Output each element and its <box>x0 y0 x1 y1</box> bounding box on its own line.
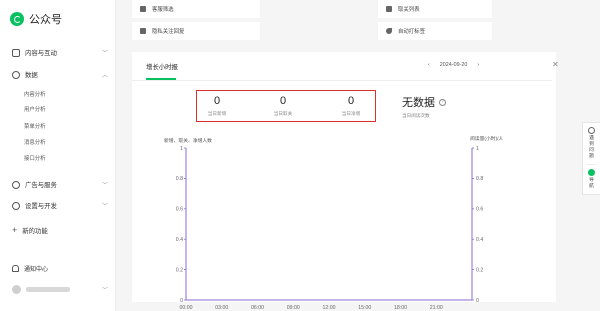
right-axis-label: 阅读量(小时)/人 <box>470 137 504 142</box>
x-tick-label: 12:00 <box>323 305 336 311</box>
sidebar: 公众号 内容与互动 ﹀ 数据 ︿ 内容分析 用户分析 菜单分析 消息分析 接口分… <box>0 0 116 311</box>
sidebar-item-message-analysis[interactable]: 消息分析 <box>24 138 46 146</box>
nodata-subtitle: 当日阅读次数 <box>402 113 430 118</box>
account-name-redacted <box>26 287 70 292</box>
bell-icon <box>12 265 19 272</box>
notification-center[interactable]: 通知中心 <box>12 264 108 273</box>
app-title: 公众号 <box>29 14 62 26</box>
avatar <box>12 285 21 294</box>
stats-highlight-box: 0 当日新增 0 当日取关 0 当日净增 <box>196 90 376 122</box>
plus-icon: + <box>12 225 18 235</box>
x-tick-label: 03:00 <box>215 305 228 311</box>
chevron-down-icon: ﹀ <box>101 204 108 210</box>
y-right-tick-label: 0.4 <box>476 237 483 243</box>
y-right-tick-label: 0.2 <box>476 267 483 273</box>
ads-icon <box>12 180 20 189</box>
sidebar-item-api-analysis[interactable]: 接口分析 <box>24 154 46 162</box>
chevron-down-icon: ﹀ <box>101 51 108 57</box>
panel-title: 增长小时报 <box>146 64 178 71</box>
sidebar-item-content-analysis[interactable]: 内容分析 <box>24 90 46 98</box>
nav-data[interactable]: 数据 ︿ <box>12 70 108 79</box>
growth-chart: 0 0.2 0.4 0.6 0.8 1 0 0.2 0.4 0.6 0.8 1 00:00 03:00 06… <box>176 146 484 311</box>
y-right-tick-label: 0.8 <box>476 176 483 182</box>
y-left-tick-label: 0.8 <box>176 176 183 182</box>
y-right-tick-label: 1 <box>476 146 479 152</box>
y-left-tick-label: 0.4 <box>176 237 183 243</box>
card-customer-filter[interactable]: 客服筛选 <box>132 0 260 18</box>
clock-icon <box>12 70 20 79</box>
main-content: 客服筛选 取关列表 隐私关注回复 自动打标签 增长小时报 ‹ 2024-09-2… <box>116 0 576 311</box>
x-tick-label: 18:00 <box>394 305 407 311</box>
date-navigator: ‹ 2024-09-20 › <box>428 62 479 68</box>
nav-content-interaction[interactable]: 内容与互动 ﹀ <box>12 48 108 57</box>
sidebar-item-menu-analysis[interactable]: 菜单分析 <box>24 122 46 130</box>
growth-hourly-panel: 增长小时报 ‹ 2024-09-20 › ✕ 0 当日新增 0 当日取关 0 当… <box>132 52 559 311</box>
x-tick-label: 09:00 <box>287 305 300 311</box>
next-date-button[interactable]: › <box>477 62 479 68</box>
x-tick-label: 15:00 <box>358 305 371 311</box>
settings-icon <box>12 201 20 210</box>
x-tick-label: 21:00 <box>430 305 443 311</box>
account-menu[interactable]: ﹀ <box>12 285 108 294</box>
y-left-tick-label: 1 <box>180 146 183 152</box>
y-left-tick-label: 0.2 <box>176 267 183 273</box>
y-right-tick-label: 0.6 <box>476 207 483 213</box>
sidebar-item-user-analysis[interactable]: 用户分析 <box>24 105 46 113</box>
help-button[interactable]: 遇 到 问 题 <box>583 123 600 164</box>
card-private-follow-reply[interactable]: 隐私关注回复 <box>132 22 260 40</box>
divider <box>132 80 552 81</box>
stat-net: 0 当日净增 <box>341 95 361 116</box>
y-left-tick-label: 0.6 <box>176 207 183 213</box>
read-count-summary: 无数据 ? 当日阅读次数 <box>402 94 446 119</box>
customer-service-icon <box>140 6 146 12</box>
stat-new: 0 当日新增 <box>207 95 227 116</box>
nav-ads-services[interactable]: 广告与服务 ﹀ <box>12 180 108 189</box>
help-icon[interactable]: ? <box>439 98 446 106</box>
prev-date-button[interactable]: ‹ <box>428 62 430 68</box>
list-icon <box>386 6 392 12</box>
card-unfollow-list[interactable]: 取关列表 <box>378 0 492 18</box>
card-auto-tag[interactable]: 自动打标签 <box>378 22 492 40</box>
guide-icon <box>588 169 595 176</box>
reply-icon <box>140 28 146 34</box>
chevron-down-icon: ﹀ <box>101 288 108 294</box>
right-float-bar: 遇 到 问 题 导 航 <box>582 122 600 195</box>
y-right-tick-label: 0 <box>476 298 479 304</box>
question-icon <box>588 127 595 134</box>
current-date[interactable]: 2024-09-20 <box>440 62 468 68</box>
chevron-up-icon: ︿ <box>101 73 108 79</box>
stat-unfollow: 0 当日取关 <box>273 95 293 116</box>
nav-settings-dev[interactable]: 设置与开发 ﹀ <box>12 201 108 210</box>
y-left-tick-label: 0 <box>180 298 183 304</box>
document-icon <box>12 48 20 57</box>
chevron-down-icon: ﹀ <box>101 183 108 189</box>
x-tick-label: 00:00 <box>180 305 193 311</box>
guide-button[interactable]: 导 航 <box>583 165 600 194</box>
nodata-title: 无数据 <box>402 97 435 109</box>
wechat-logo-icon <box>10 12 24 26</box>
tag-icon <box>386 28 392 34</box>
x-tick-label: 06:00 <box>251 305 264 311</box>
app-logo[interactable]: 公众号 <box>10 11 62 27</box>
close-icon[interactable]: ✕ <box>552 60 559 69</box>
nav-new-features[interactable]: + 新的功能 <box>12 225 108 235</box>
